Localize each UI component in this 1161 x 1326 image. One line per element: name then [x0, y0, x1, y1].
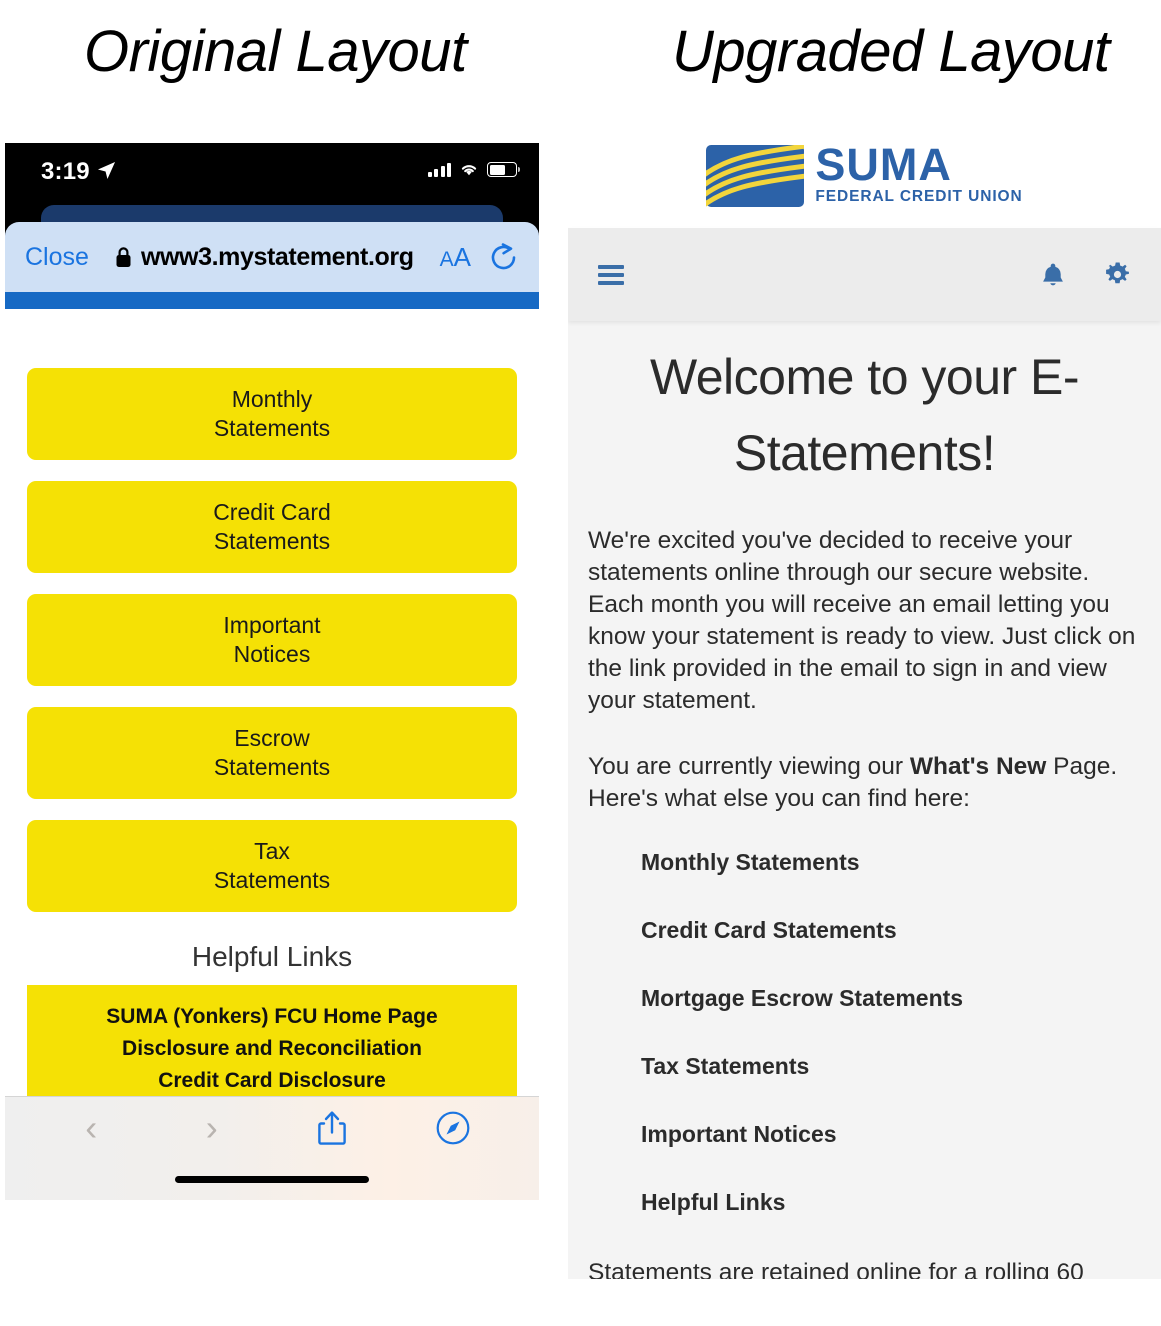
link-mortgage-escrow-statements[interactable]: Mortgage Escrow Statements: [641, 985, 1141, 1012]
gear-icon: [1106, 262, 1129, 284]
paragraph-text-before: You are currently viewing our: [588, 753, 910, 780]
logo-subtitle: FEDERAL CREDIT UNION: [815, 188, 1023, 205]
chevron-right-icon: ›: [205, 1107, 218, 1148]
battery-icon: [487, 162, 520, 177]
section-links-list: Monthly Statements Credit Card Statement…: [588, 849, 1141, 1216]
link-helpful-links[interactable]: Helpful Links: [641, 1189, 1141, 1216]
forward-button[interactable]: ›: [152, 1110, 273, 1146]
home-indicator: [175, 1176, 369, 1183]
button-line-1: Important: [223, 612, 321, 638]
upgraded-layout-screenshot: SUMA FEDERAL CREDIT UNION Welcome to you…: [568, 131, 1161, 1279]
button-line-1: Monthly: [231, 386, 313, 412]
original-layout-screenshot: 3:19 Close www3.mystatement.org AA Month…: [5, 143, 539, 1284]
page-title: Welcome to your E-Statements!: [649, 349, 1080, 481]
url-field[interactable]: www3.mystatement.org: [95, 243, 434, 272]
text-size-large-a: A: [453, 241, 471, 272]
button-line-1: Escrow: [234, 725, 310, 751]
credit-card-statements-button[interactable]: Credit Card Statements: [27, 481, 517, 573]
monthly-statements-button[interactable]: Monthly Statements: [27, 368, 517, 460]
credit-card-disclosure-link[interactable]: Credit Card Disclosure: [37, 1065, 507, 1097]
location-arrow-icon: [97, 161, 116, 180]
suma-waves-logo-icon: [706, 144, 805, 207]
intro-paragraph: We're excited you've decided to receive …: [588, 527, 1136, 714]
safari-bottom-toolbar: ‹ ›: [5, 1096, 539, 1200]
brand-header: SUMA FEDERAL CREDIT UNION: [568, 131, 1161, 228]
button-line-2: Statements: [213, 867, 331, 893]
url-text: www3.mystatement.org: [140, 242, 414, 271]
original-layout-title: Original Layout: [84, 19, 467, 84]
ios-status-bar: 3:19: [5, 143, 539, 205]
hamburger-menu-icon[interactable]: [598, 264, 624, 285]
lock-icon: [116, 246, 131, 267]
link-monthly-statements[interactable]: Monthly Statements: [641, 849, 1141, 876]
upgraded-layout-title: Upgraded Layout: [672, 19, 1110, 84]
status-bar-indicators: [427, 162, 520, 177]
notifications-button[interactable]: [1040, 261, 1066, 289]
safari-address-bar: Close www3.mystatement.org AA: [5, 222, 539, 292]
page-top-blue-band: [5, 292, 539, 309]
share-icon: [318, 1111, 347, 1145]
cellular-signal-icon: [427, 162, 451, 177]
helpful-links-heading: Helpful Links: [191, 941, 353, 972]
text-size-small-a: A: [439, 247, 454, 271]
retention-paragraph: Statements are retained online for a rol…: [588, 1259, 1084, 1279]
button-line-1: Tax: [254, 838, 290, 864]
important-notices-button[interactable]: Important Notices: [27, 594, 517, 686]
escrow-statements-button[interactable]: Escrow Statements: [27, 707, 517, 799]
page-content: Welcome to your E-Statements! We're exci…: [568, 321, 1161, 1279]
link-tax-statements[interactable]: Tax Statements: [641, 1053, 1141, 1080]
bell-icon: [1043, 263, 1063, 285]
safari-browser-header: Close www3.mystatement.org AA: [5, 205, 539, 309]
suma-logo[interactable]: SUMA FEDERAL CREDIT UNION: [706, 139, 1023, 207]
button-line-1: Credit Card: [213, 499, 331, 525]
button-line-2: Statements: [213, 754, 331, 780]
tax-statements-button[interactable]: Tax Statements: [27, 820, 517, 912]
settings-button[interactable]: [1104, 261, 1131, 288]
disclosure-reconciliation-link[interactable]: Disclosure and Reconciliation: [37, 1033, 507, 1065]
link-credit-card-statements[interactable]: Credit Card Statements: [641, 917, 1141, 944]
suma-home-page-link[interactable]: SUMA (Yonkers) FCU Home Page: [37, 1001, 507, 1033]
button-line-2: Notices: [233, 641, 311, 667]
whats-new-paragraph: You are currently viewing our What's New…: [588, 751, 1141, 815]
status-bar-time: 3:19: [41, 158, 90, 185]
back-button[interactable]: ‹: [31, 1110, 152, 1146]
whats-new-label: What's New: [909, 753, 1047, 780]
text-size-button[interactable]: AA: [440, 242, 471, 273]
open-in-safari-button[interactable]: [393, 1111, 514, 1145]
button-line-2: Statements: [213, 415, 331, 441]
app-toolbar: [568, 228, 1161, 321]
original-page-body: Monthly Statements Credit Card Statement…: [5, 368, 539, 1200]
safari-compass-icon: [436, 1111, 470, 1145]
close-button[interactable]: Close: [25, 243, 89, 272]
button-line-2: Statements: [213, 528, 331, 554]
chevron-left-icon: ‹: [85, 1107, 98, 1148]
link-important-notices[interactable]: Important Notices: [641, 1121, 1141, 1148]
wifi-icon: [461, 165, 477, 176]
reload-icon[interactable]: [489, 242, 519, 273]
logo-wordmark: SUMA: [815, 139, 952, 190]
share-button[interactable]: [272, 1110, 393, 1146]
